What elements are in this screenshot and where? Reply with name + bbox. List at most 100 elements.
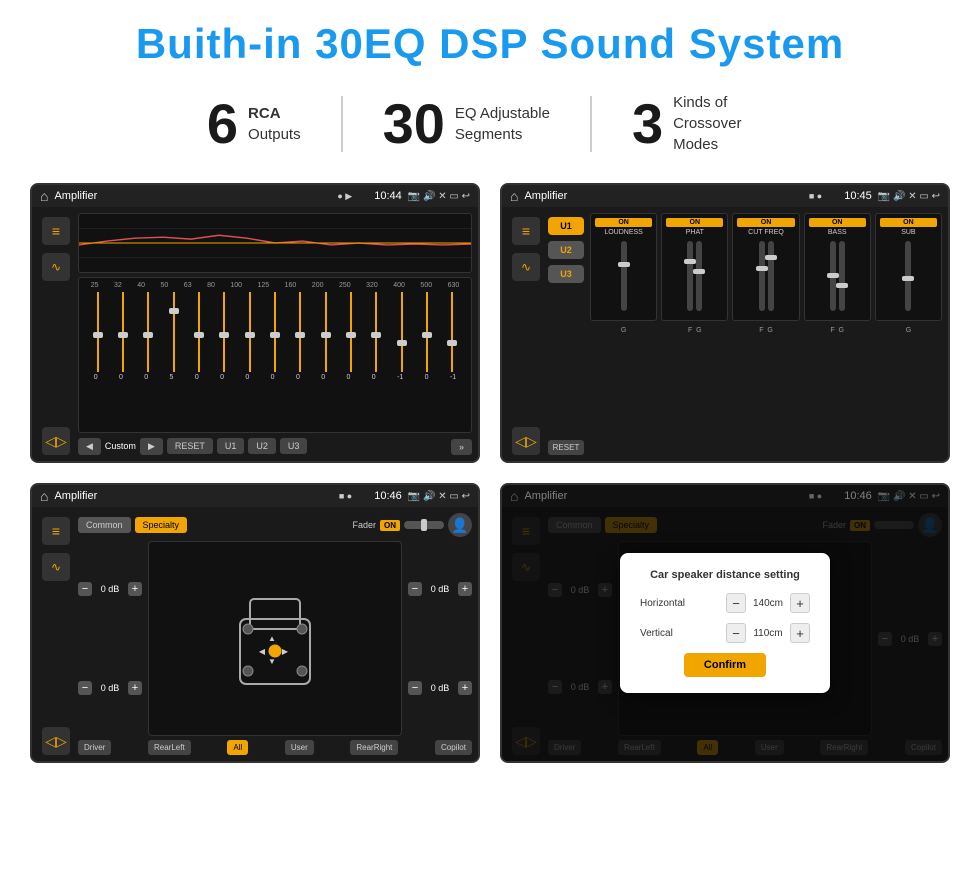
horizontal-minus[interactable]: − — [726, 593, 746, 613]
common-tab[interactable]: Common — [78, 517, 131, 533]
vol3-plus[interactable]: + — [458, 582, 472, 596]
fader-dot-icons: ■ ● — [339, 491, 352, 501]
fader-label: Fader — [352, 520, 376, 530]
stat-rca-label: RCA Outputs — [248, 103, 301, 145]
svg-text:▶: ▶ — [282, 647, 289, 656]
vol4-plus[interactable]: + — [458, 681, 472, 695]
driver-btn[interactable]: Driver — [78, 740, 111, 755]
fader-status-bar: ⌂ Amplifier ■ ● 10:46 📷 🔊 ✕ ▭ ↩ — [32, 485, 478, 507]
vertical-stepper: − 110cm + — [726, 623, 810, 643]
vertical-minus[interactable]: − — [726, 623, 746, 643]
u1-btn[interactable]: U1 — [217, 438, 245, 454]
phat-on[interactable]: ON — [666, 218, 723, 227]
u1-preset[interactable]: U1 — [548, 217, 584, 235]
vertical-label: Vertical — [640, 628, 673, 639]
all-btn[interactable]: All — [227, 740, 248, 755]
slider-0[interactable] — [93, 292, 103, 372]
vertical-value: 110cm — [750, 628, 786, 639]
values-row: 00050 00000 00-10-1 — [83, 374, 467, 381]
expand-btn[interactable]: » — [451, 439, 472, 455]
slider-10[interactable] — [346, 292, 356, 372]
slider-7[interactable] — [270, 292, 280, 372]
bass-on[interactable]: ON — [809, 218, 866, 227]
cross-reset-btn[interactable]: RESET — [548, 440, 584, 455]
cross-speaker-btn[interactable]: ◁▷ — [512, 427, 540, 455]
fader-main: Common Specialty Fader ON 👤 — [78, 513, 472, 755]
eq-screen-container: ⌂ Amplifier ● ▶ 10:44 📷 🔊 ✕ ▭ ↩ ≡ ∿ ◁▷ — [30, 183, 480, 463]
fader-screen: ≡ ∿ ◁▷ Common Specialty Fader ON — [32, 507, 478, 761]
vol3-minus[interactable]: − — [408, 582, 422, 596]
vol-row-4: − 0 dB + — [408, 681, 472, 695]
fader-on-btn[interactable]: ON — [380, 520, 400, 531]
freq-values: G F G F G F G G — [590, 327, 942, 334]
eq-wave-btn[interactable]: ∿ — [42, 253, 70, 281]
vertical-plus[interactable]: + — [790, 623, 810, 643]
next-btn[interactable]: ▶ — [140, 438, 163, 455]
vol2-plus[interactable]: + — [128, 681, 142, 695]
fader-wave-btn[interactable]: ∿ — [42, 553, 70, 581]
specialty-tab[interactable]: Specialty — [135, 517, 188, 533]
fader-slider[interactable] — [404, 521, 444, 529]
fader-home-icon[interactable]: ⌂ — [40, 488, 48, 504]
u3-preset[interactable]: U3 — [548, 265, 584, 283]
crossover-screen: ≡ ∿ ◁▷ U1 U2 U3 RESET — [502, 207, 948, 461]
slider-4[interactable] — [194, 292, 204, 372]
user-btn[interactable]: User — [285, 740, 314, 755]
horizontal-value: 140cm — [750, 598, 786, 609]
confirm-button[interactable]: Confirm — [684, 653, 766, 677]
slider-11[interactable] — [371, 292, 381, 372]
eq-status-icons: 📷 🔊 ✕ ▭ ↩ — [408, 191, 470, 202]
slider-6[interactable] — [245, 292, 255, 372]
cutfreq-label: CUT FREQ — [737, 229, 794, 236]
slider-1[interactable] — [118, 292, 128, 372]
u2-btn[interactable]: U2 — [248, 438, 276, 454]
svg-text:◀: ◀ — [259, 647, 266, 656]
slider-8[interactable] — [295, 292, 305, 372]
rearright-btn[interactable]: RearRight — [350, 740, 398, 755]
slider-13[interactable] — [422, 292, 432, 372]
reset-btn[interactable]: RESET — [167, 438, 213, 454]
horizontal-stepper: − 140cm + — [726, 593, 810, 613]
slider-9[interactable] — [321, 292, 331, 372]
eq-status-bar: ⌂ Amplifier ● ▶ 10:44 📷 🔊 ✕ ▭ ↩ — [32, 185, 478, 207]
crossover-home-icon[interactable]: ⌂ — [510, 188, 518, 204]
slider-5[interactable] — [219, 292, 229, 372]
vol4-minus[interactable]: − — [408, 681, 422, 695]
slider-12[interactable] — [397, 292, 407, 372]
prev-btn[interactable]: ◀ — [78, 438, 101, 455]
vol1-plus[interactable]: + — [128, 582, 142, 596]
slider-3[interactable] — [169, 292, 179, 372]
loudness-label: LOUDNESS — [595, 229, 652, 236]
slider-2[interactable] — [143, 292, 153, 372]
eq-chart — [78, 213, 472, 273]
u3-btn[interactable]: U3 — [280, 438, 308, 454]
u2-preset[interactable]: U2 — [548, 241, 584, 259]
fader-eq-btn[interactable]: ≡ — [42, 517, 70, 545]
person-icon[interactable]: 👤 — [448, 513, 472, 537]
vol2-val: 0 dB — [96, 683, 124, 693]
rearleft-btn[interactable]: RearLeft — [148, 740, 191, 755]
cutfreq-on[interactable]: ON — [737, 218, 794, 227]
horizontal-plus[interactable]: + — [790, 593, 810, 613]
fader-screen-container: ⌂ Amplifier ■ ● 10:46 📷 🔊 ✕ ▭ ↩ ≡ ∿ ◁▷ C… — [30, 483, 480, 763]
loudness-slider — [595, 236, 652, 316]
vol4-val: 0 dB — [426, 683, 454, 693]
bass-slider — [809, 236, 866, 316]
vol2-minus[interactable]: − — [78, 681, 92, 695]
car-speaker-diagram: ▲ ▼ ◀ ▶ — [148, 541, 402, 736]
sub-on[interactable]: ON — [880, 218, 937, 227]
svg-text:▼: ▼ — [268, 657, 276, 666]
loudness-on[interactable]: ON — [595, 218, 652, 227]
eq-eq-btn[interactable]: ≡ — [42, 217, 70, 245]
fader-speaker-btn[interactable]: ◁▷ — [42, 727, 70, 755]
slider-14[interactable] — [447, 292, 457, 372]
copilot-btn[interactable]: Copilot — [435, 740, 472, 755]
cross-eq-btn[interactable]: ≡ — [512, 217, 540, 245]
dialog-title: Car speaker distance setting — [640, 569, 810, 581]
cross-wave-btn[interactable]: ∿ — [512, 253, 540, 281]
eq-dot-icons: ● ▶ — [337, 191, 352, 202]
eq-home-icon[interactable]: ⌂ — [40, 188, 48, 204]
stat-crossover-label: Kinds of Crossover Modes — [673, 92, 773, 155]
eq-speaker-btn[interactable]: ◁▷ — [42, 427, 70, 455]
vol1-minus[interactable]: − — [78, 582, 92, 596]
